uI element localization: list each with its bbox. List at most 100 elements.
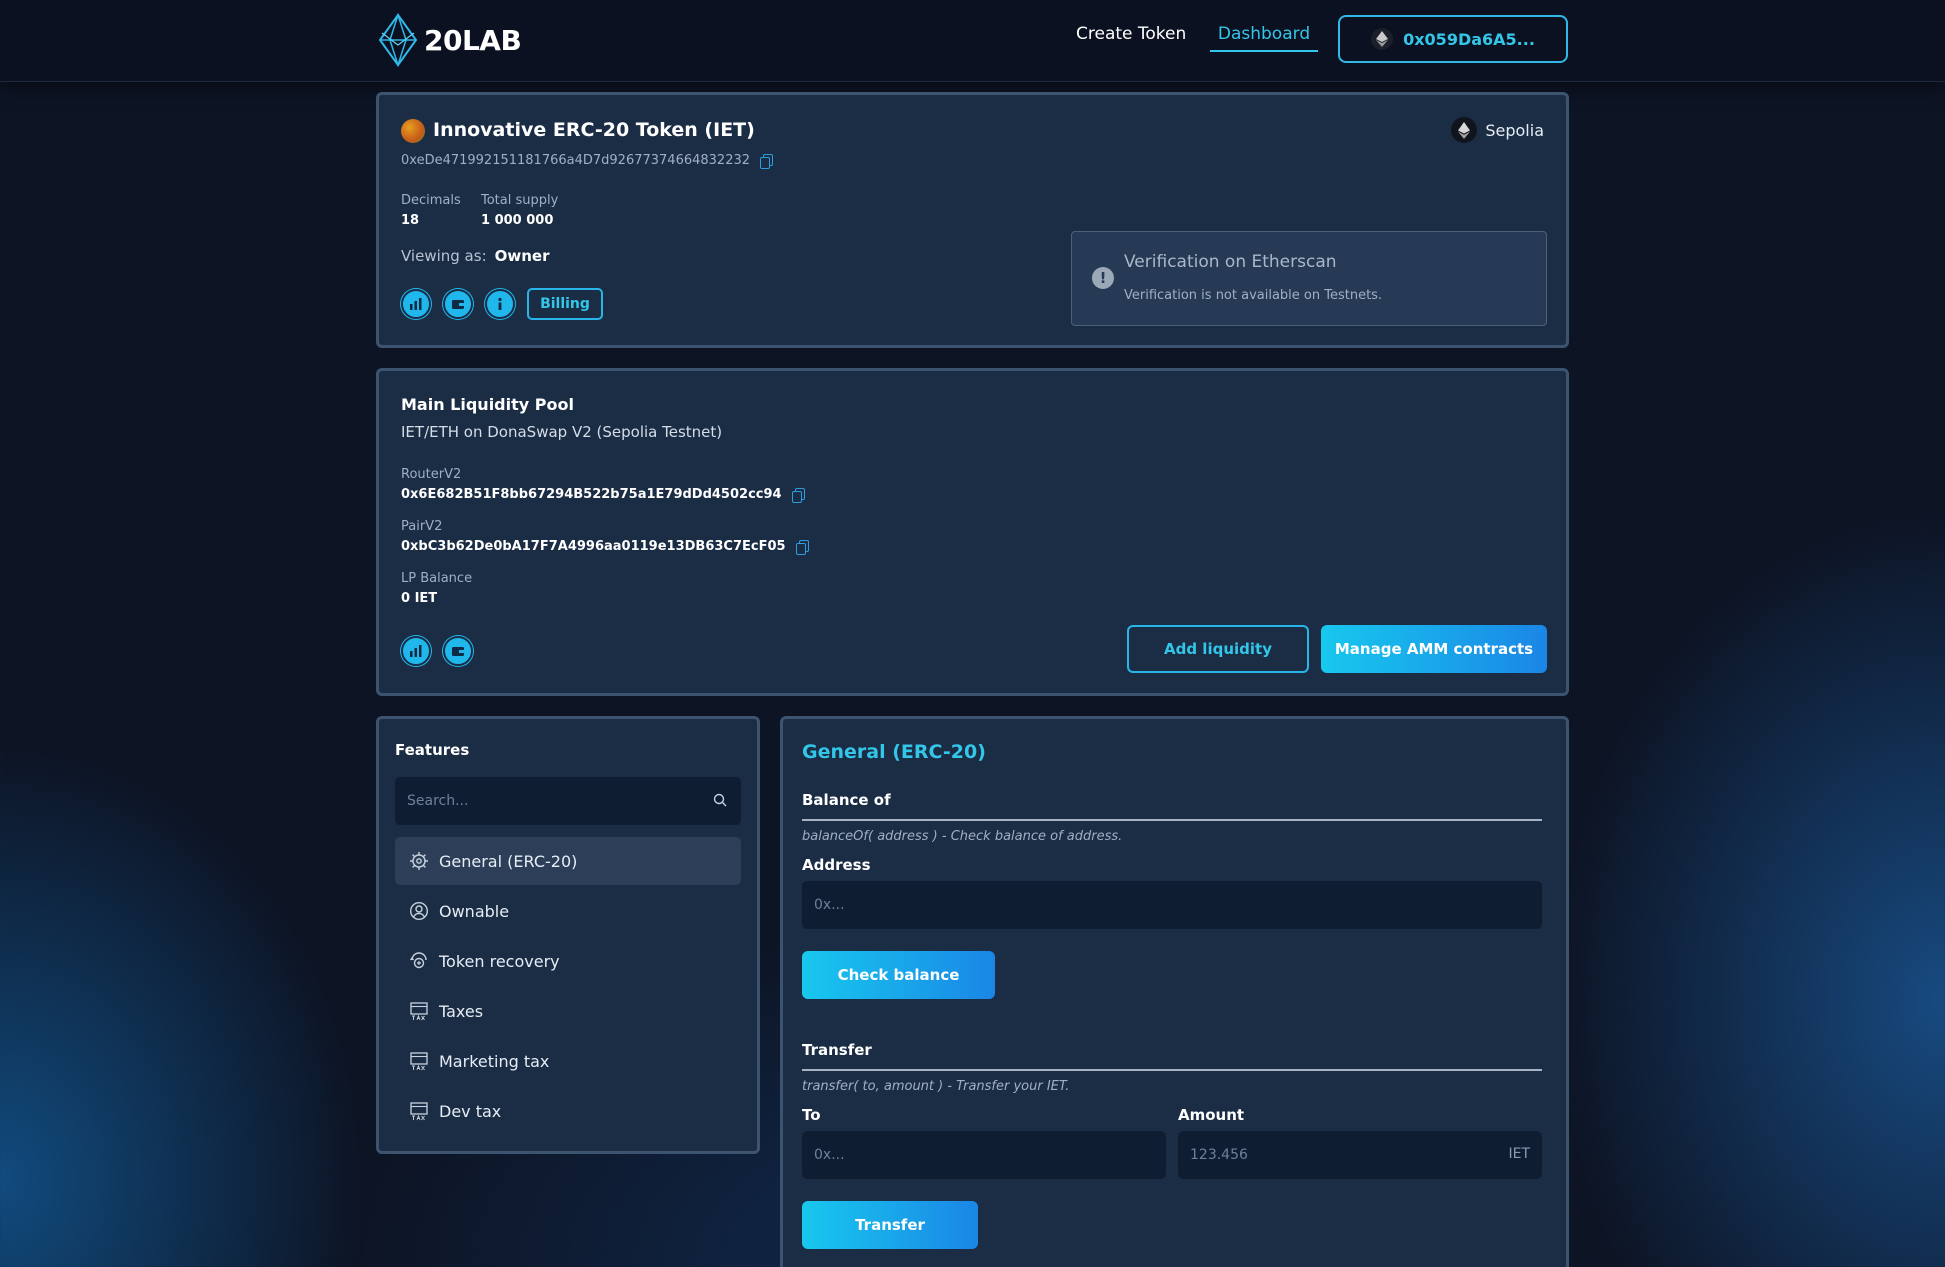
feature-item-marketing-tax[interactable]: Marketing tax bbox=[395, 1037, 741, 1085]
address-input[interactable] bbox=[802, 881, 1542, 929]
features-sidebar: Features General (ERC-20) Ownable Token … bbox=[376, 716, 760, 1154]
search-icon bbox=[713, 793, 727, 807]
feature-item-ownable[interactable]: Ownable bbox=[395, 887, 741, 935]
info-icon bbox=[498, 297, 502, 310]
alert-icon: ! bbox=[1092, 267, 1114, 289]
gear-chip-icon bbox=[410, 852, 428, 870]
tax-icon bbox=[410, 1002, 428, 1021]
feature-label: Dev tax bbox=[439, 1101, 502, 1121]
feature-label: Taxes bbox=[439, 1001, 484, 1021]
address-label: Address bbox=[802, 856, 871, 874]
chart-button[interactable] bbox=[401, 636, 431, 666]
amount-unit: IET bbox=[1508, 1146, 1530, 1162]
copy-icon[interactable] bbox=[795, 539, 809, 555]
feature-label: Ownable bbox=[439, 901, 510, 921]
feature-item-dev-tax[interactable]: Dev tax bbox=[395, 1087, 741, 1135]
feature-label: Marketing tax bbox=[439, 1051, 550, 1071]
lp-balance-value: 0 IET bbox=[401, 591, 438, 606]
to-input[interactable] bbox=[802, 1131, 1166, 1179]
viewing-as: Viewing as: Owner bbox=[401, 247, 549, 265]
ethereum-icon bbox=[1371, 28, 1394, 50]
tax-icon bbox=[410, 1052, 428, 1071]
logo-text: 20LAB bbox=[424, 23, 522, 57]
feature-search bbox=[395, 777, 741, 825]
transfer-description: transfer( to, amount ) - Transfer your I… bbox=[802, 1079, 1070, 1094]
recovery-icon bbox=[410, 952, 427, 969]
total-supply-label: Total supply bbox=[481, 193, 559, 208]
pool-actions bbox=[401, 636, 473, 666]
pool-title: Main Liquidity Pool bbox=[401, 395, 574, 414]
decimals-value: 18 bbox=[401, 213, 420, 228]
check-balance-button[interactable]: Check balance bbox=[802, 951, 995, 999]
wallet-icon bbox=[452, 300, 464, 309]
chart-button[interactable] bbox=[401, 289, 431, 319]
feature-item-token-recovery[interactable]: Token recovery bbox=[395, 937, 741, 985]
feature-label: General (ERC-20) bbox=[439, 851, 578, 871]
balance-of-title: Balance of bbox=[802, 791, 891, 809]
to-field bbox=[802, 1131, 1166, 1179]
address-field bbox=[802, 881, 1542, 929]
logo[interactable]: 20LAB bbox=[376, 12, 522, 68]
user-circle-icon bbox=[409, 901, 429, 921]
feature-search-input[interactable] bbox=[395, 777, 695, 825]
wallet-icon-button[interactable] bbox=[443, 636, 473, 666]
general-erc20-panel: General (ERC-20) Balance of balanceOf( a… bbox=[780, 716, 1569, 1267]
divider bbox=[802, 1069, 1542, 1071]
wallet-icon-button[interactable] bbox=[443, 289, 473, 319]
verification-panel: ! Verification on Etherscan Verification… bbox=[1071, 231, 1547, 326]
pair-row: 0xbC3b62De0bA17F7A4996aa0119e13DB63C7EcF… bbox=[401, 539, 809, 555]
add-liquidity-button[interactable]: Add liquidity bbox=[1127, 625, 1309, 673]
wallet-icon bbox=[452, 647, 464, 656]
amount-field: IET bbox=[1178, 1131, 1542, 1179]
transfer-title: Transfer bbox=[802, 1041, 872, 1059]
viewing-as-label: Viewing as: bbox=[401, 247, 487, 265]
amount-label: Amount bbox=[1178, 1106, 1245, 1124]
features-title: Features bbox=[395, 741, 470, 759]
router-address: 0x6E682B51F8bb67294B522b75a1E79dDd4502cc… bbox=[401, 487, 782, 502]
wallet-button[interactable]: 0x059Da6A5... bbox=[1338, 15, 1568, 63]
token-address: 0xeDe471992151181766a4D7d926773746648322… bbox=[401, 153, 751, 168]
to-label: To bbox=[802, 1106, 821, 1124]
info-button[interactable] bbox=[485, 289, 515, 319]
divider bbox=[802, 819, 1542, 821]
tax-icon bbox=[410, 1102, 428, 1121]
verification-message: Verification is not available on Testnet… bbox=[1124, 288, 1383, 303]
decimals-label: Decimals bbox=[401, 193, 461, 208]
liquidity-pool-card: Main Liquidity Pool IET/ETH on DonaSwap … bbox=[376, 368, 1569, 696]
router-label: RouterV2 bbox=[401, 467, 462, 482]
pool-subtitle: IET/ETH on DonaSwap V2 (Sepolia Testnet) bbox=[401, 423, 723, 441]
feature-item-general[interactable]: General (ERC-20) bbox=[395, 837, 741, 885]
copy-icon[interactable] bbox=[791, 487, 805, 503]
billing-button[interactable]: Billing bbox=[527, 288, 603, 320]
network-badge: Sepolia bbox=[1451, 117, 1544, 143]
token-info-card: Innovative ERC-20 Token (IET) 0xeDe47199… bbox=[376, 92, 1569, 348]
router-row: 0x6E682B51F8bb67294B522b75a1E79dDd4502cc… bbox=[401, 487, 805, 503]
token-address-row: 0xeDe471992151181766a4D7d926773746648322… bbox=[401, 153, 774, 169]
viewing-as-role: Owner bbox=[494, 247, 550, 265]
feature-label: Token recovery bbox=[439, 951, 560, 971]
wallet-address: 0x059Da6A5... bbox=[1403, 29, 1535, 49]
token-actions: Billing bbox=[401, 288, 603, 320]
total-supply-value: 1 000 000 bbox=[481, 213, 554, 228]
panel-title: General (ERC-20) bbox=[802, 741, 986, 763]
amount-input[interactable] bbox=[1178, 1131, 1478, 1179]
balance-of-description: balanceOf( address ) - Check balance of … bbox=[802, 829, 1123, 844]
token-name: Innovative ERC-20 Token (IET) bbox=[433, 119, 755, 141]
pair-label: PairV2 bbox=[401, 519, 443, 534]
network-name: Sepolia bbox=[1485, 120, 1544, 140]
lp-balance-label: LP Balance bbox=[401, 571, 473, 586]
nav-dashboard[interactable]: Dashboard bbox=[1210, 24, 1318, 52]
copy-icon[interactable] bbox=[760, 153, 774, 169]
feature-item-taxes[interactable]: Taxes bbox=[395, 987, 741, 1035]
token-icon bbox=[401, 119, 425, 143]
chart-icon bbox=[410, 645, 422, 657]
top-nav-bar: 20LAB Create Token Dashboard 0x059Da6A5.… bbox=[0, 0, 1945, 82]
pair-address: 0xbC3b62De0bA17F7A4996aa0119e13DB63C7EcF… bbox=[401, 539, 786, 554]
nav-create-token[interactable]: Create Token bbox=[1076, 24, 1186, 44]
transfer-button[interactable]: Transfer bbox=[802, 1201, 978, 1249]
chart-icon bbox=[410, 298, 422, 310]
logo-icon bbox=[378, 13, 418, 67]
verification-title: Verification on Etherscan bbox=[1124, 252, 1337, 272]
manage-amm-button[interactable]: Manage AMM contracts bbox=[1321, 625, 1547, 673]
ethereum-icon bbox=[1451, 117, 1478, 143]
